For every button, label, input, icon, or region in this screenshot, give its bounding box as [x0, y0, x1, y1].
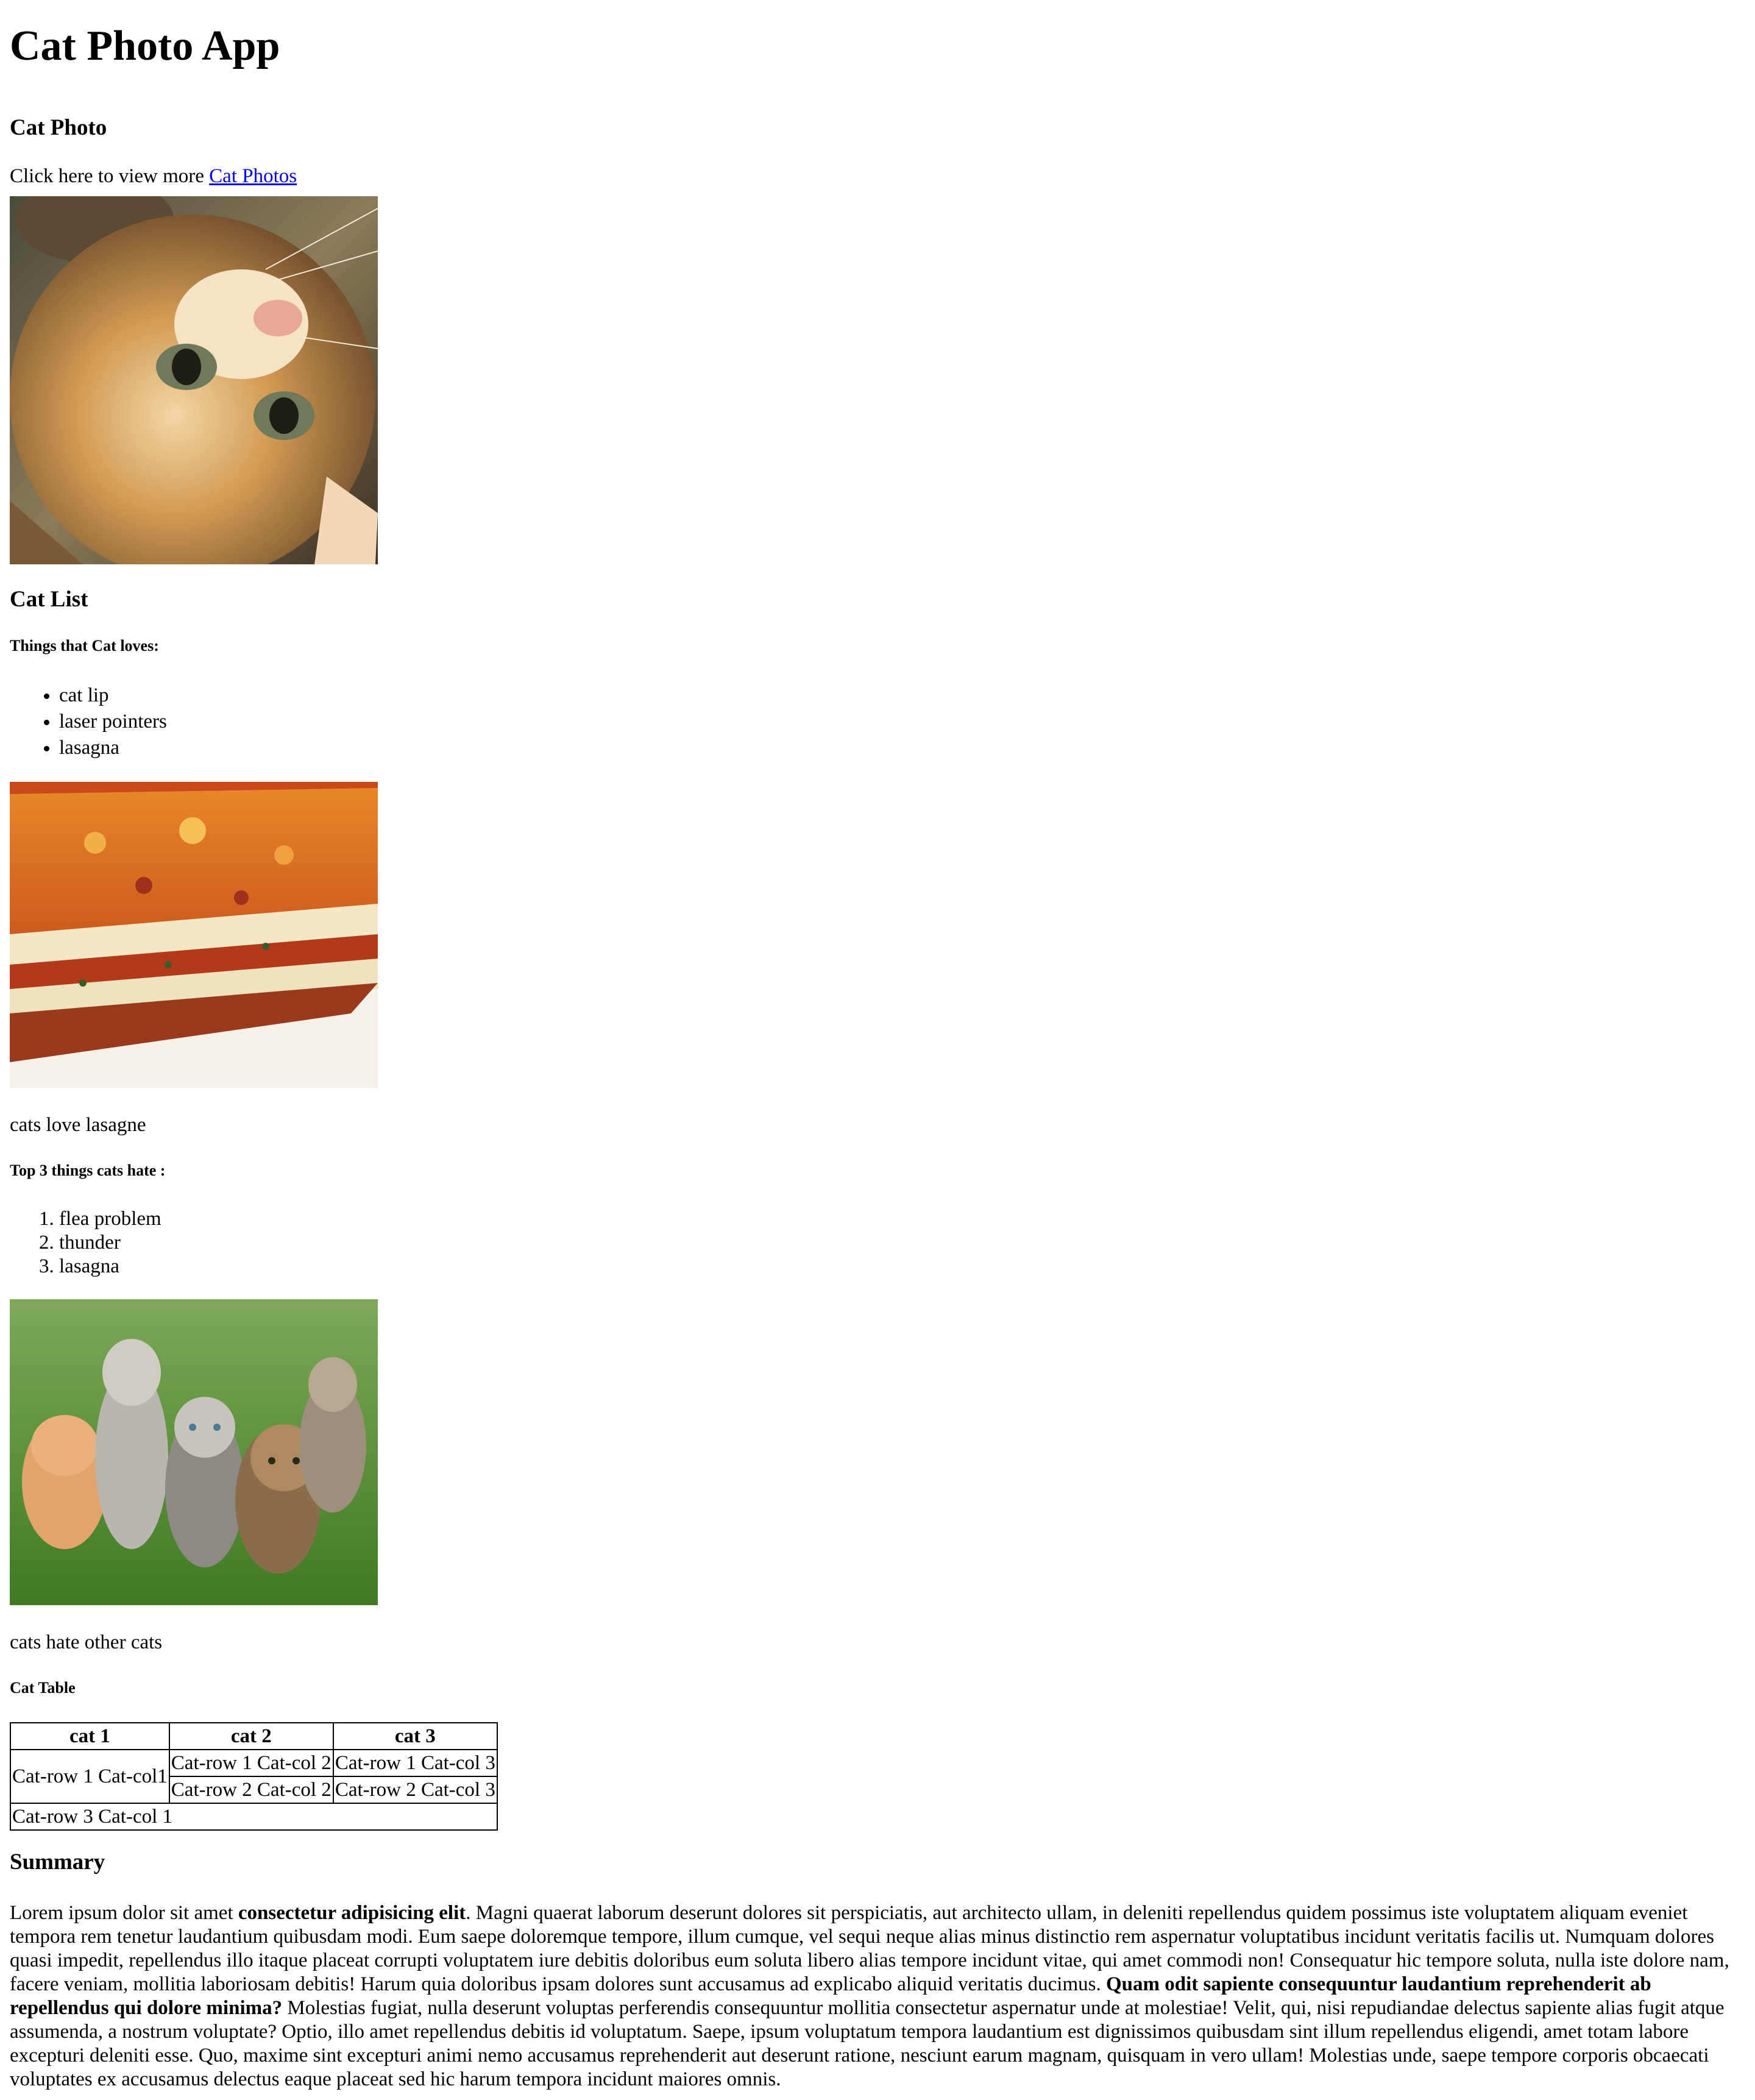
table-cell: Cat-row 1 Cat-col 3: [332, 1749, 498, 1777]
loves-list: cat lip laser pointers lasagna: [10, 683, 1745, 761]
table-cell: Cat-row 1 Cat-col1: [10, 1749, 170, 1804]
list-item: laser pointers: [59, 709, 1745, 735]
table-row: Cat-row 1 Cat-col1 Cat-row 1 Cat-col 2 C…: [10, 1749, 498, 1804]
view-more-text: Click here to view more: [10, 165, 210, 187]
view-more-paragraph: Click here to view more Cat Photos: [10, 165, 1745, 188]
summary-bold-text: consectetur adipisicing elit: [238, 1902, 466, 1924]
table-header-row: cat 1 cat 2 cat 3: [10, 1722, 498, 1750]
lasagna-caption: cats love lasagne: [10, 1114, 146, 1136]
summary-text: Lorem ipsum dolor sit amet: [10, 1902, 238, 1924]
table-cell: Cat-row 3 Cat-col 1: [10, 1803, 498, 1831]
kittens-caption: cats hate other cats: [10, 1631, 163, 1653]
cat-photo-heading: Cat Photo: [10, 115, 107, 140]
list-item: lasagna: [59, 735, 1745, 761]
table-row: Cat-row 3 Cat-col 1: [10, 1803, 498, 1831]
hates-heading: Top 3 things cats hate :: [10, 1162, 166, 1179]
table-header-cell: cat 2: [168, 1722, 334, 1750]
cat-table-heading: Cat Table: [10, 1679, 76, 1697]
table-cell: Cat-row 2 Cat-col 3: [332, 1776, 498, 1804]
list-item: lasagna: [59, 1255, 1745, 1279]
table-header-cell: cat 3: [332, 1722, 498, 1750]
page-title: Cat Photo App: [10, 23, 280, 69]
cat-photos-link[interactable]: Cat Photos: [209, 165, 297, 187]
list-item: cat lip: [59, 683, 1745, 709]
cat-table: cat 1 cat 2 cat 3 Cat-row 1 Cat-col1 Cat…: [10, 1722, 498, 1831]
cat-list-heading: Cat List: [10, 587, 88, 612]
list-item: flea problem: [59, 1207, 1745, 1231]
kitten-photo[interactable]: [10, 196, 378, 564]
table-cell: Cat-row 2 Cat-col 2: [168, 1776, 334, 1804]
page: Cat Photo App Cat Photo Click here to vi…: [0, 0, 1755, 2091]
hates-list: flea problem thunder lasagna: [10, 1207, 1745, 1279]
list-item: thunder: [59, 1231, 1745, 1255]
table-cell: Cat-row 1 Cat-col 2: [168, 1749, 334, 1777]
loves-heading: Things that Cat loves:: [10, 637, 159, 654]
kittens-photo: [10, 1299, 378, 1605]
summary-paragraph: Lorem ipsum dolor sit amet consectetur a…: [10, 1901, 1753, 2091]
table-header-cell: cat 1: [10, 1722, 170, 1750]
summary-heading: Summary: [10, 1850, 105, 1875]
lasagna-photo: [10, 782, 378, 1088]
